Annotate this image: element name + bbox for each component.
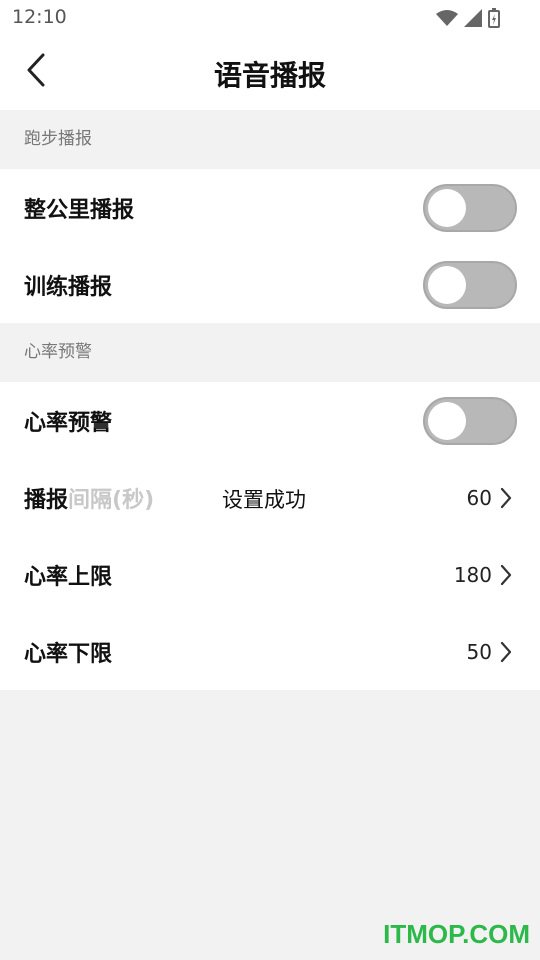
setting-label-visible: 播报: [24, 487, 69, 513]
toast-message: 设置成功: [222, 488, 306, 512]
chevron-right-icon: [500, 564, 512, 586]
setting-value-wrap: 50: [467, 640, 512, 664]
chevron-right-icon: [500, 487, 512, 509]
section-header-running: 跑步播报: [0, 110, 540, 169]
chevron-right-icon: [500, 641, 512, 663]
setting-label: 播报间隔(秒): [24, 482, 154, 514]
km-broadcast-toggle[interactable]: [423, 183, 517, 232]
setting-row-training-broadcast: 训练播报: [0, 246, 540, 323]
toggle-knob: [428, 401, 466, 440]
status-icons: [436, 8, 500, 32]
signal-icon: [464, 9, 482, 31]
page-title: 语音播报: [213, 59, 326, 92]
setting-value: 50: [466, 639, 492, 664]
setting-value: 180: [453, 562, 492, 587]
settings-group-heart-rate: 心率预警 播报间隔(秒) 60 心率上限 180 心率下限 50: [0, 382, 540, 690]
setting-label: 整公里播报: [24, 197, 135, 223]
setting-value: 60: [466, 485, 492, 510]
status-bar: 12:10: [0, 0, 540, 36]
training-broadcast-toggle[interactable]: [423, 260, 517, 309]
settings-group-running: 整公里播报 训练播报: [0, 169, 540, 323]
heart-rate-alert-toggle[interactable]: [423, 396, 517, 445]
toggle-knob: [428, 188, 466, 227]
battery-icon: [488, 8, 500, 32]
setting-label: 心率预警: [24, 410, 113, 436]
setting-label-faded: 间隔(秒): [68, 487, 155, 513]
section-header-heart-rate: 心率预警: [0, 323, 540, 382]
setting-row-km-broadcast: 整公里播报: [0, 169, 540, 246]
toggle-knob: [428, 265, 466, 304]
setting-row-heart-rate-alert: 心率预警: [0, 382, 540, 459]
setting-label: 心率下限: [24, 641, 113, 667]
nav-bar: 语音播报: [0, 36, 540, 110]
status-time: 12:10: [12, 6, 67, 28]
setting-value-wrap: 180: [454, 563, 512, 587]
setting-label: 心率上限: [24, 564, 113, 590]
watermark-logo: ITMOP.COM: [383, 919, 530, 949]
wifi-icon: [436, 9, 458, 31]
setting-label: 训练播报: [24, 274, 113, 300]
setting-row-heart-rate-upper[interactable]: 心率上限 180: [0, 536, 540, 613]
setting-row-heart-rate-lower[interactable]: 心率下限 50: [0, 613, 540, 690]
setting-value-wrap: 60: [467, 486, 512, 510]
